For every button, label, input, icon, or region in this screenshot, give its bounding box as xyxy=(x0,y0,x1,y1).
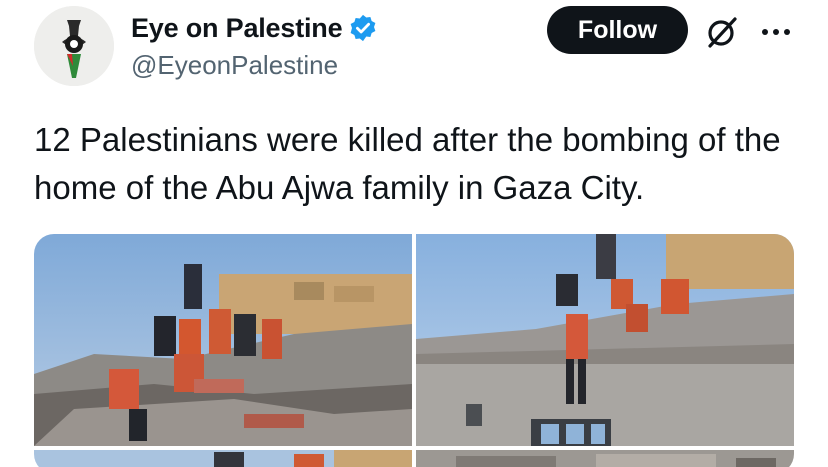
author-handle[interactable]: @EyeonPalestine xyxy=(131,50,338,81)
media-grid xyxy=(34,234,794,467)
eye-flag-logo-icon xyxy=(34,6,114,86)
photo-rubble-3[interactable] xyxy=(34,450,412,467)
tweet-text: 12 Palestinians were killed after the bo… xyxy=(34,121,781,206)
grok-icon[interactable] xyxy=(704,14,740,50)
follow-button[interactable]: Follow xyxy=(547,6,688,54)
verified-badge-icon xyxy=(348,13,378,43)
author-display-name[interactable]: Eye on Palestine xyxy=(131,13,343,44)
photo-rescue-rubble-2[interactable] xyxy=(416,234,794,446)
author-name-row: Eye on Palestine xyxy=(131,8,378,48)
author-avatar[interactable] xyxy=(34,6,114,86)
more-options-icon[interactable] xyxy=(758,18,794,46)
photo-rescue-rubble-1[interactable] xyxy=(34,234,412,446)
tweet-header: Eye on Palestine @EyeonPalestine Follow xyxy=(0,0,828,100)
photo-rubble-4[interactable] xyxy=(416,450,794,467)
